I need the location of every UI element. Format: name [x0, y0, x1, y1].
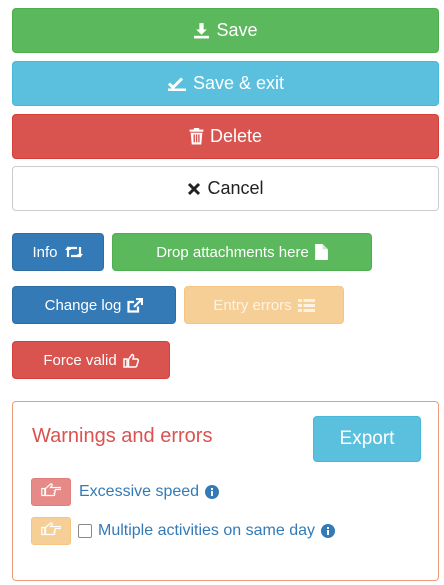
change-log-label: Change log	[44, 296, 122, 314]
change-log-button[interactable]: Change log	[12, 286, 176, 324]
warning-item-excessive-speed: Excessive speed	[31, 478, 220, 506]
save-button[interactable]: Save	[12, 8, 439, 53]
warnings-panel: Warnings and errors Export Excessive spe…	[12, 401, 439, 581]
info-circle-icon[interactable]	[315, 524, 335, 538]
entry-errors-button[interactable]: Entry errors	[184, 286, 344, 324]
file-icon	[314, 244, 328, 260]
warning-checkbox[interactable]	[78, 524, 92, 538]
drop-attachments-label: Drop attachments here	[156, 243, 309, 261]
info-button[interactable]: Info	[12, 233, 104, 271]
save-exit-label: Save & exit	[192, 73, 285, 93]
drop-attachments-button[interactable]: Drop attachments here	[112, 233, 372, 271]
external-link-icon	[127, 297, 144, 313]
export-button[interactable]: Export	[313, 416, 421, 462]
delete-button[interactable]: Delete	[12, 114, 439, 159]
cancel-button[interactable]: Cancel	[12, 166, 439, 211]
cancel-label: Cancel	[207, 178, 264, 198]
trash-icon	[189, 128, 204, 145]
delete-label: Delete	[209, 126, 263, 146]
warning-badge[interactable]	[31, 478, 71, 506]
warning-label[interactable]: Excessive speed	[79, 483, 199, 501]
hand-pointer-icon	[41, 482, 62, 502]
warnings-title: Warnings and errors	[32, 425, 213, 447]
warning-item-multiple-activities: Multiple activities on same day	[31, 517, 335, 545]
save-exit-button[interactable]: Save & exit	[12, 61, 439, 106]
info-circle-icon[interactable]	[199, 485, 220, 499]
force-valid-label: Force valid	[43, 351, 117, 369]
list-icon	[297, 298, 315, 312]
force-valid-button[interactable]: Force valid	[12, 341, 170, 379]
hand-pointer-icon	[41, 521, 62, 541]
close-icon	[187, 182, 201, 196]
entry-errors-label: Entry errors	[213, 296, 292, 314]
warning-badge[interactable]	[31, 517, 71, 545]
warning-label[interactable]: Multiple activities on same day	[98, 522, 315, 540]
save-label: Save	[216, 20, 258, 40]
download-icon	[193, 22, 210, 39]
retweet-icon	[64, 245, 84, 259]
info-label: Info	[32, 243, 58, 261]
thumbs-up-icon	[122, 353, 139, 368]
check-icon	[167, 75, 187, 92]
export-label: Export	[339, 428, 395, 449]
